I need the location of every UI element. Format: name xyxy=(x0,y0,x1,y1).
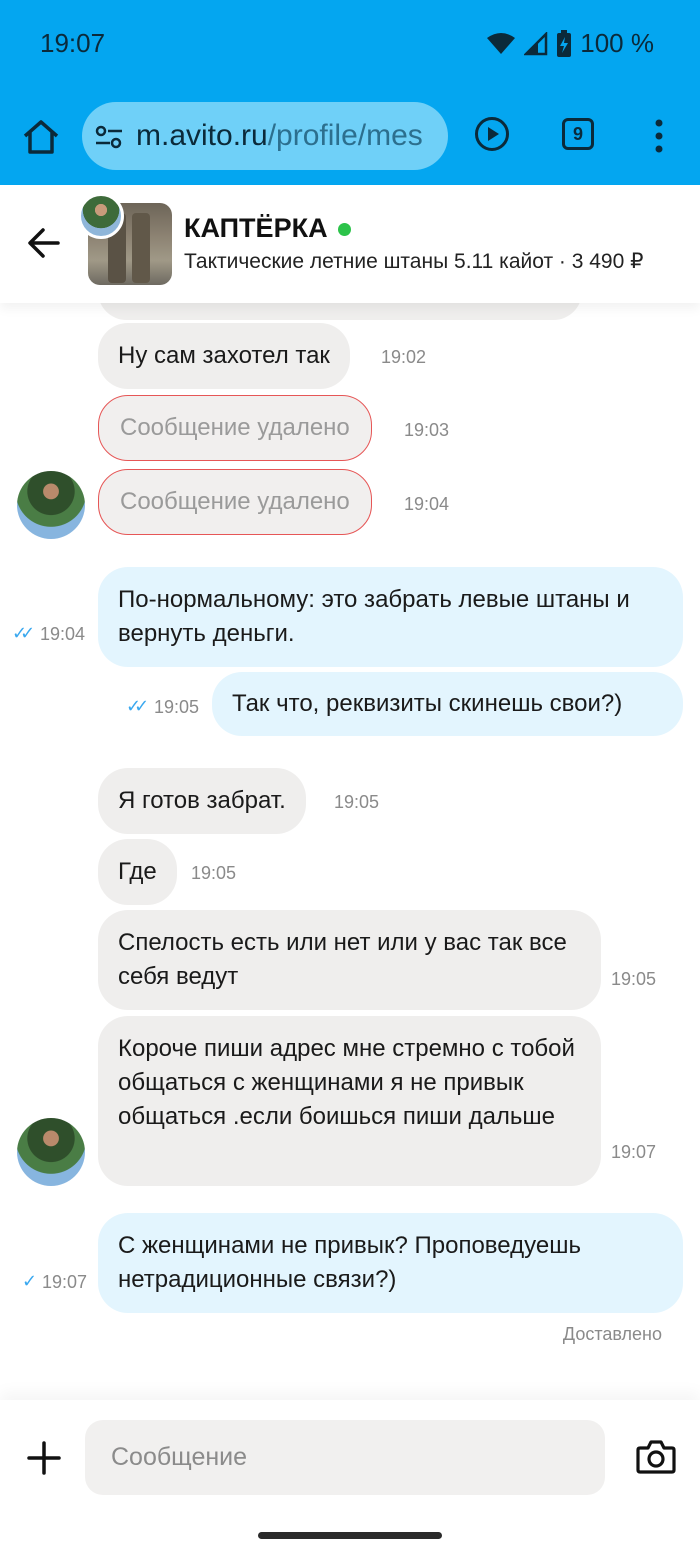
attach-plus-icon[interactable] xyxy=(26,1440,62,1476)
message-time: 19:05 xyxy=(154,697,200,717)
message-bubble[interactable]: Ну сам захотел так xyxy=(98,323,350,389)
delivery-status: Доставлено xyxy=(562,1324,662,1344)
more-vert-icon[interactable] xyxy=(650,118,668,154)
sender-avatar[interactable] xyxy=(17,1118,85,1186)
deleted-message-bubble[interactable]: Сообщение удалено xyxy=(98,395,372,461)
online-indicator xyxy=(338,223,351,236)
message-time: 19:05 xyxy=(334,792,380,812)
url-text: m.avito.ru/profile/mes xyxy=(136,119,423,153)
message-bubble-outgoing[interactable]: Так что, реквизиты скинешь свои?) xyxy=(212,672,683,736)
sender-avatar[interactable] xyxy=(17,471,85,539)
browser-toolbar: m.avito.ru/profile/mes 9 xyxy=(0,88,700,185)
play-icon[interactable] xyxy=(474,116,510,152)
message-time: 19:03 xyxy=(404,420,450,440)
message-bubble[interactable]: Где xyxy=(98,839,177,905)
message-list[interactable]: Ну сам захотел так 19:02 Сообщение удале… xyxy=(0,303,700,1400)
message-input[interactable] xyxy=(85,1420,605,1495)
seller-avatar[interactable] xyxy=(78,193,124,239)
message-composer xyxy=(0,1400,700,1556)
home-icon[interactable] xyxy=(20,116,62,158)
status-time: 19:07 xyxy=(40,28,106,58)
read-ticks-icon: ✓✓ xyxy=(126,696,149,716)
message-time: 19:04 xyxy=(40,624,86,644)
tabs-button[interactable]: 9 xyxy=(562,118,594,150)
message-time: 19:07 xyxy=(611,1142,657,1162)
address-bar[interactable]: m.avito.ru/profile/mes xyxy=(82,102,448,170)
sent-tick-icon: ✓ xyxy=(22,1271,37,1291)
site-settings-icon[interactable] xyxy=(94,122,124,152)
back-arrow-icon[interactable] xyxy=(26,225,62,261)
message-time: 19:02 xyxy=(381,347,427,367)
battery-charging-icon xyxy=(557,29,572,57)
gesture-nav-handle[interactable] xyxy=(258,1532,442,1539)
seller-name[interactable]: КАПТЁРКА xyxy=(184,213,328,244)
message-time: 19:07 xyxy=(42,1272,88,1292)
message-time: 19:04 xyxy=(404,494,450,514)
status-icons: 100 % xyxy=(486,28,654,59)
chat-header: КАПТЁРКА Тактические летние штаны 5.11 к… xyxy=(0,185,700,303)
camera-icon[interactable] xyxy=(636,1438,676,1476)
battery-level: 100 % xyxy=(580,28,654,58)
message-time: 19:05 xyxy=(191,863,237,883)
message-bubble-partial xyxy=(98,303,582,320)
message-bubble[interactable]: Короче пиши адрес мне стремно с тобой об… xyxy=(98,1016,601,1186)
message-time: 19:05 xyxy=(611,969,657,989)
message-bubble[interactable]: Спелость есть или нет или у вас так все … xyxy=(98,910,601,1010)
item-title-price[interactable]: Тактические летние штаны 5.11 кайот · 3 … xyxy=(184,249,643,274)
url-path: /profile/mes xyxy=(267,119,423,152)
deleted-message-bubble[interactable]: Сообщение удалено xyxy=(98,469,372,535)
status-bar: 19:07 100 % xyxy=(0,0,700,88)
url-domain: m.avito.ru xyxy=(136,119,268,152)
wifi-icon xyxy=(487,32,516,54)
read-ticks-icon: ✓✓ xyxy=(12,623,35,643)
signal-icon xyxy=(524,31,548,55)
message-bubble[interactable]: Я готов забрат. xyxy=(98,768,306,834)
message-bubble-outgoing[interactable]: С женщинами не привык? Проповедуешь нетр… xyxy=(98,1213,683,1313)
message-bubble-outgoing[interactable]: По-нормальному: это забрать левые штаны … xyxy=(98,567,683,667)
